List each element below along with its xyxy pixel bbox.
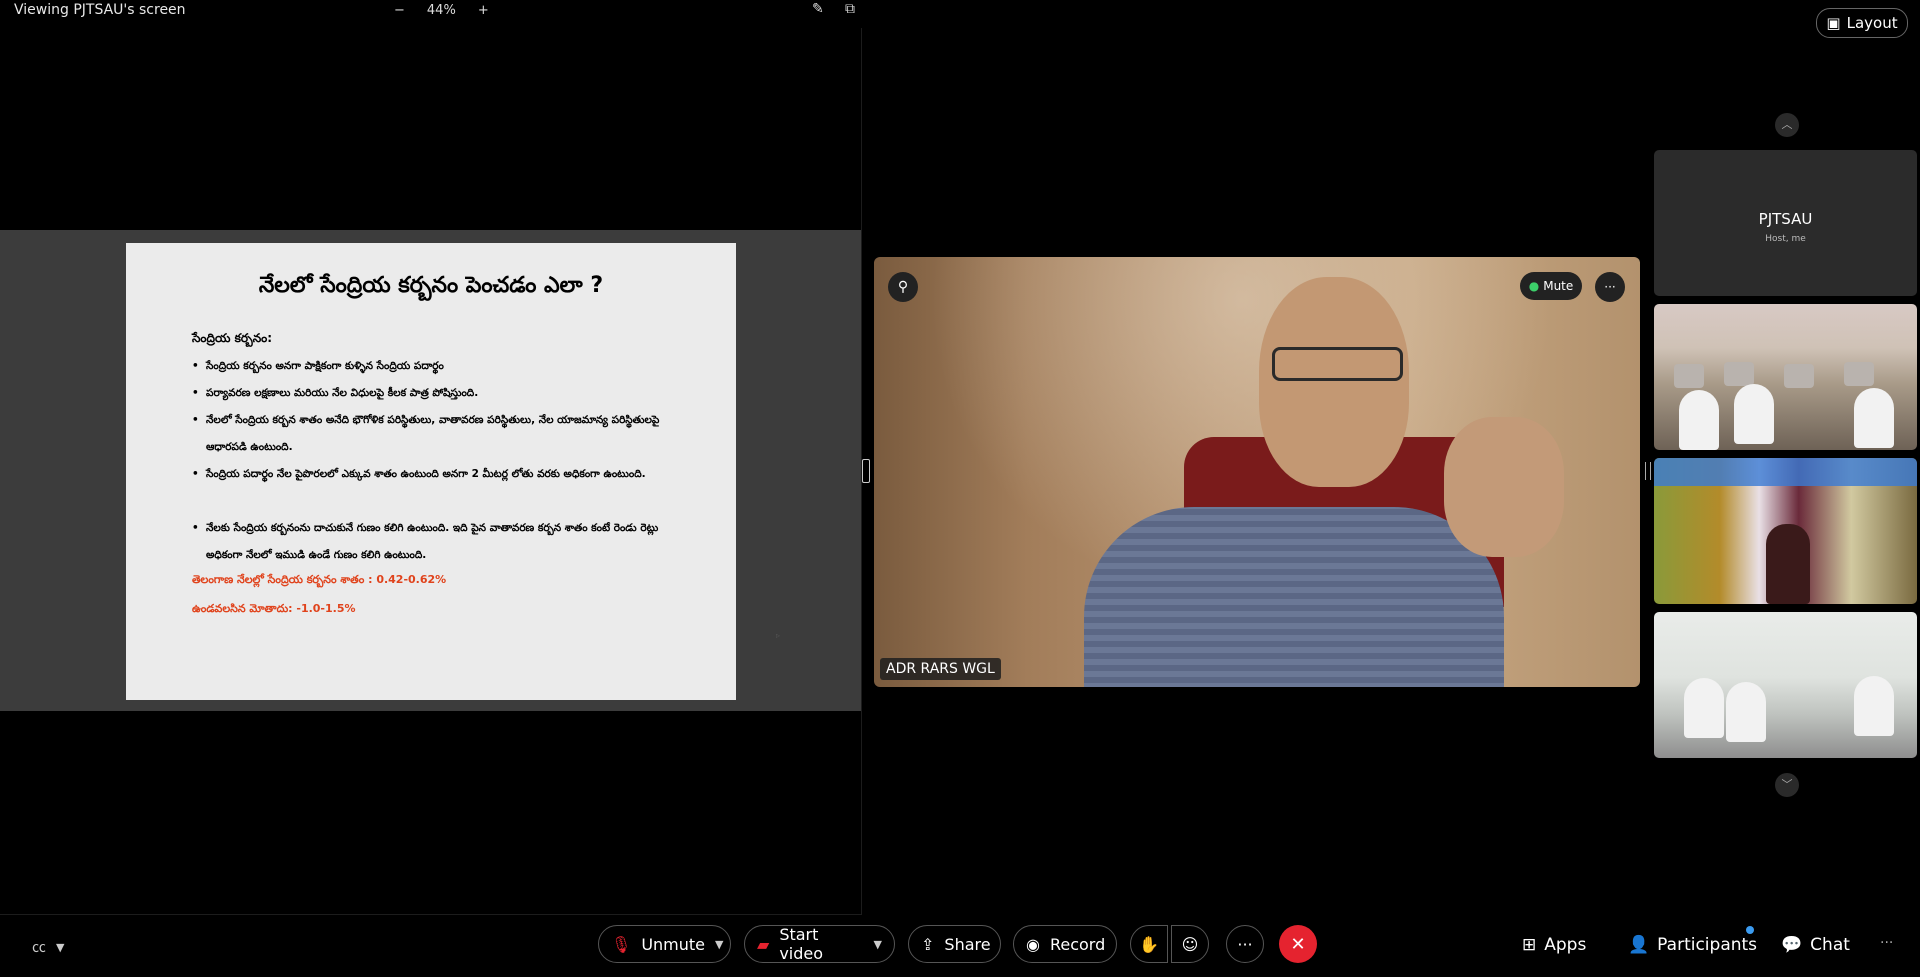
main-video-tile[interactable] bbox=[874, 257, 1640, 687]
video-person bbox=[1766, 524, 1810, 604]
self-video-tile[interactable]: PJTSAU Host, me bbox=[1654, 150, 1917, 296]
chevron-up-icon[interactable]: ︿ bbox=[1775, 113, 1799, 137]
notification-dot bbox=[1746, 926, 1754, 934]
apps-label: Apps bbox=[1544, 935, 1587, 955]
participants-icon: 👤 bbox=[1628, 935, 1650, 955]
unpin-icon[interactable]: ⚲ bbox=[888, 272, 918, 302]
chevron-down-icon: ▼ bbox=[56, 940, 65, 954]
video-speaker-hand bbox=[1444, 417, 1564, 557]
video-person bbox=[1854, 388, 1894, 448]
chevron-down-icon[interactable]: ﹀ bbox=[1775, 773, 1799, 797]
video-banner bbox=[1654, 458, 1917, 486]
self-role: Host, me bbox=[1765, 234, 1806, 244]
video-person bbox=[1726, 682, 1766, 742]
share-title: Viewing PJTSAU's screen bbox=[14, 2, 186, 18]
start-video-button[interactable]: ▰ Start video ▼ bbox=[744, 925, 895, 963]
zoom-controls: − 44% + bbox=[394, 0, 489, 20]
emoji-icon: ☺ bbox=[1181, 934, 1199, 954]
fit-screen-icon[interactable]: ⧉ bbox=[845, 1, 855, 17]
pane-resize-handle[interactable] bbox=[862, 459, 870, 483]
layout-label: Layout bbox=[1846, 14, 1898, 32]
more-options-icon[interactable]: ··· bbox=[1880, 935, 1893, 951]
chevron-down-icon[interactable]: ▼ bbox=[715, 938, 723, 951]
share-button[interactable]: ⇪ Share bbox=[908, 925, 1001, 963]
video-person bbox=[1679, 390, 1719, 450]
share-label: Share bbox=[944, 934, 991, 954]
hand-icon: ✋ bbox=[1139, 934, 1159, 954]
zoom-out-button[interactable]: − bbox=[394, 3, 405, 18]
record-icon: ◉ bbox=[1026, 934, 1040, 954]
mute-participant-button[interactable]: ● Mute bbox=[1520, 272, 1582, 300]
video-more-options-icon[interactable]: ··· bbox=[1595, 272, 1625, 302]
video-person bbox=[1854, 676, 1894, 736]
self-name: PJTSAU bbox=[1758, 210, 1813, 228]
record-label: Record bbox=[1049, 934, 1106, 954]
captions-button[interactable]: ㏄ ▼ bbox=[32, 937, 64, 957]
zoom-level: 44% bbox=[426, 2, 456, 18]
raise-hand-button[interactable]: ✋ bbox=[1130, 925, 1168, 963]
participants-button[interactable]: 👤 Participants bbox=[1628, 935, 1757, 955]
slide-highlight-line: తెలంగాణ నేలల్లో సేంద్రియ కర్బనం శాతం : 0… bbox=[192, 573, 447, 586]
zoom-in-button[interactable]: + bbox=[478, 3, 489, 18]
camera-off-icon: ▰ bbox=[757, 934, 770, 954]
close-icon: ✕ bbox=[1290, 933, 1306, 955]
start-video-label: Start video bbox=[779, 925, 824, 963]
slide-bullet: • నేలకు సేంద్రియ కర్బనంను దాచుకునే గుణం క… bbox=[192, 522, 659, 561]
video-speaker-body bbox=[1084, 507, 1504, 687]
video-speaker-head bbox=[1259, 277, 1409, 487]
participant-video-tile[interactable] bbox=[1654, 304, 1917, 450]
participants-label: Participants bbox=[1657, 935, 1758, 955]
unmute-button[interactable]: 🎙 Unmute ▼ bbox=[598, 925, 731, 963]
slide-bullet: • సేంద్రియ పదార్థం నేల పైపొరలలో ఎక్కువ శా… bbox=[192, 468, 646, 480]
chat-label: Chat bbox=[1810, 935, 1850, 955]
unmute-label: Unmute bbox=[641, 934, 706, 954]
chevron-down-icon[interactable]: ▼ bbox=[874, 938, 882, 951]
video-resize-handle[interactable] bbox=[1645, 462, 1651, 480]
reactions-button[interactable]: ☺ bbox=[1171, 925, 1209, 963]
share-icon: ⇪ bbox=[921, 934, 935, 954]
layout-button[interactable]: ▣ Layout bbox=[1816, 8, 1908, 38]
video-person bbox=[1734, 384, 1774, 444]
participant-video-tile[interactable] bbox=[1654, 458, 1917, 604]
apps-button[interactable]: ⊞ Apps bbox=[1522, 935, 1586, 955]
chat-icon: 💬 bbox=[1781, 935, 1803, 955]
mute-label: Mute bbox=[1543, 279, 1574, 293]
chat-button[interactable]: 💬 Chat bbox=[1781, 935, 1850, 955]
video-chair bbox=[1724, 362, 1754, 386]
video-person bbox=[1684, 678, 1724, 738]
slide-bullet: • నేలలో సేంద్రియ కర్బన శాతం అనేది భౌగోళిక… bbox=[192, 414, 660, 453]
slide-highlight-line: ఉండవలసిన మోతాదు: -1.0-1.5% bbox=[192, 602, 356, 615]
video-speaker-glasses bbox=[1272, 347, 1403, 381]
annotate-icon[interactable]: ✎ bbox=[812, 1, 824, 17]
more-options-button[interactable]: ··· bbox=[1226, 925, 1264, 963]
video-chair bbox=[1844, 362, 1874, 386]
more-icon: ··· bbox=[1237, 934, 1253, 954]
slide-bullet: • పర్యావరణ లక్షణాలు మరియు నేల విధులపై కీల… bbox=[192, 387, 479, 399]
microphone-icon: ● bbox=[1528, 279, 1540, 293]
video-chair bbox=[1674, 364, 1704, 388]
video-chair bbox=[1784, 364, 1814, 388]
leave-meeting-button[interactable]: ✕ bbox=[1279, 925, 1317, 963]
slide-bullet: • సేంద్రియ కర్బనం అనగా పాక్షికంగా కుళ్ళిన… bbox=[192, 360, 444, 372]
video-participant-name: ADR RARS WGL bbox=[880, 658, 1001, 680]
layout-icon: ▣ bbox=[1826, 14, 1841, 32]
apps-icon: ⊞ bbox=[1522, 935, 1537, 955]
record-button[interactable]: ◉ Record bbox=[1013, 925, 1117, 963]
slide-heading: సేంద్రియ కర్బనం: bbox=[192, 331, 273, 345]
slide-title: నేలలో సేంద్రియ కర్బనం పెంచడం ఎలా ? bbox=[258, 273, 604, 298]
participant-video-tile[interactable] bbox=[1654, 612, 1917, 758]
captions-icon: ㏄ bbox=[32, 940, 46, 956]
microphone-muted-icon: 🎙 bbox=[611, 934, 632, 954]
remote-cursor-icon: ▹ bbox=[776, 631, 781, 640]
presentation-slide: నేలలో సేంద్రియ కర్బనం పెంచడం ఎలా ? సేంద్… bbox=[126, 243, 736, 700]
